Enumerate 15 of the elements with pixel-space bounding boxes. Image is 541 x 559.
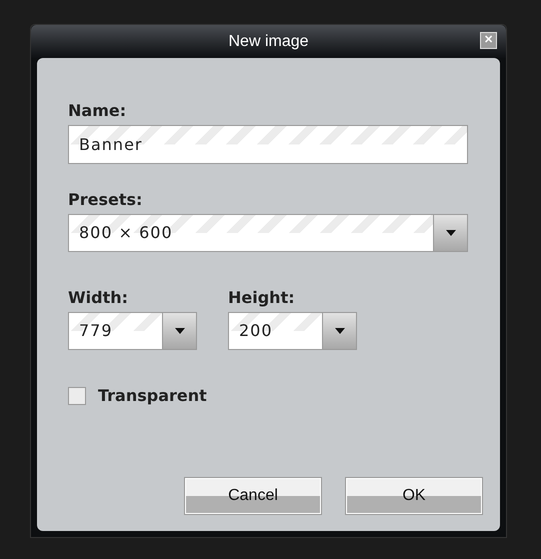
dialog-button[interactable]: OK: [345, 477, 483, 515]
checkbox[interactable]: [68, 387, 86, 405]
caret-icon: [174, 328, 184, 334]
caret-icon: [446, 230, 456, 236]
height-dropdown[interactable]: 200: [228, 312, 357, 350]
width-dropdown[interactable]: 779: [68, 312, 197, 350]
name-field[interactable]: Banner: [68, 125, 468, 164]
window-title: New image: [228, 32, 309, 52]
caret-icon: [334, 328, 344, 334]
checkbox-label: Transparent: [98, 385, 207, 407]
field-label: Width:: [68, 288, 130, 308]
field-label: Height:: [228, 288, 296, 308]
dialog-button[interactable]: Cancel: [184, 477, 322, 515]
field-label: Presets:: [68, 190, 144, 210]
field-label: Name:: [68, 101, 128, 121]
